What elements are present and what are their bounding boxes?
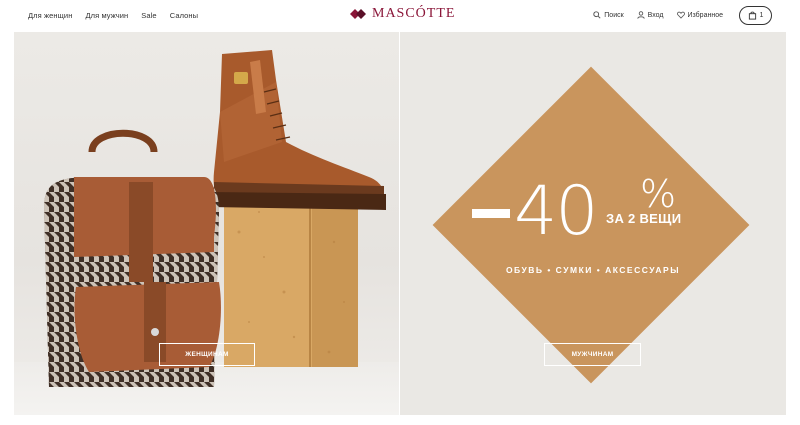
cart-button[interactable]: 1 — [739, 5, 772, 25]
login-link[interactable]: Вход — [637, 11, 664, 19]
sale-number: 40 — [514, 172, 599, 251]
nav-salons[interactable]: Салоны — [170, 11, 198, 20]
nav-women[interactable]: Для женщин — [28, 11, 72, 20]
logo-text: MASCÓTTE — [372, 6, 456, 21]
sale-subtitle: ЗА 2 ВЕЩИ — [606, 211, 682, 226]
bag-icon — [748, 11, 756, 20]
minus-sign — [472, 209, 510, 218]
logo[interactable]: MASCÓTTE — [349, 5, 455, 23]
leather-boot — [210, 50, 386, 210]
user-icon — [637, 11, 645, 19]
heart-icon — [676, 11, 685, 19]
search-link[interactable]: Поиск — [593, 11, 624, 19]
nav-men[interactable]: Для мужчин — [85, 11, 128, 20]
logo-mark-icon — [350, 9, 366, 19]
sale-categories: ОБУВЬ • СУМКИ • АКСЕССУАРЫ — [505, 265, 681, 275]
brick-pedestal — [224, 197, 358, 367]
sale-headline: 40 % ЗА 2 ВЕЩИ — [472, 172, 722, 262]
hero-women-banner[interactable]: ЖЕНЩИНАМ — [14, 32, 399, 415]
favorites-link[interactable]: Избранное — [676, 11, 723, 19]
sale-percent: % — [640, 172, 677, 216]
nav-sale[interactable]: Sale — [141, 11, 156, 20]
hero-sale-banner[interactable]: 40 % ЗА 2 ВЕЩИ ОБУВЬ • СУМКИ • АКСЕССУАР… — [400, 32, 786, 415]
search-icon — [593, 11, 601, 19]
cart-count: 1 — [759, 11, 764, 19]
men-button[interactable]: МУЖЧИНАМ — [544, 343, 641, 366]
main-nav: Для женщин Для мужчин Sale Салоны — [28, 0, 198, 30]
favorites-label: Избранное — [687, 11, 723, 19]
search-label: Поиск — [604, 11, 624, 19]
user-nav: Поиск Вход Избранное 1 — [593, 0, 772, 30]
site-header: Для женщин Для мужчин Sale Салоны MASCÓT… — [0, 0, 800, 30]
women-button[interactable]: ЖЕНЩИНАМ — [159, 343, 255, 366]
login-label: Вход — [647, 11, 664, 19]
